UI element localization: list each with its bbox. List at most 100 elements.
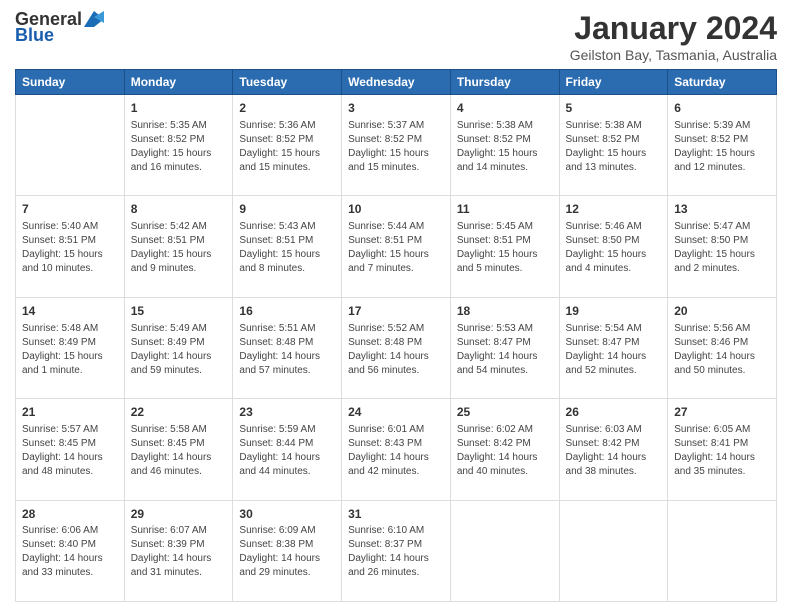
cell-info: Sunrise: 5:40 AM Sunset: 8:51 PM Dayligh…: [22, 220, 118, 276]
cell-info: Sunrise: 5:51 AM Sunset: 8:48 PM Dayligh…: [239, 322, 335, 378]
cell-date: 23: [239, 404, 335, 421]
table-row: 12 Sunrise: 5:46 AM Sunset: 8:50 PM Dayli…: [559, 196, 668, 297]
table-row: 9Sunrise: 5:43 AM Sunset: 8:51 PM Daylig…: [233, 196, 342, 297]
calendar: Sunday Monday Tuesday Wednesday Thursday…: [15, 69, 777, 602]
cell-info: Sunrise: 5:45 AM Sunset: 8:51 PM Dayligh…: [457, 220, 553, 276]
cell-info: Sunrise: 5:35 AM Sunset: 8:52 PM Dayligh…: [131, 119, 227, 175]
cell-date: 29: [131, 506, 227, 523]
header-saturday: Saturday: [668, 70, 777, 95]
cell-info: Sunrise: 5:48 AM Sunset: 8:49 PM Dayligh…: [22, 322, 118, 378]
cell-info: Sunrise: 6:10 AM Sunset: 8:37 PM Dayligh…: [348, 524, 444, 580]
cell-info: Sunrise: 5:37 AM Sunset: 8:52 PM Dayligh…: [348, 119, 444, 175]
cell-info: Sunrise: 5:47 AM Sunset: 8:50 PM Dayligh…: [674, 220, 770, 276]
table-row: 7 Sunrise: 5:40 AM Sunset: 8:51 PM Daylig…: [16, 196, 125, 297]
table-row: 10 Sunrise: 5:44 AM Sunset: 8:51 PM Dayli…: [342, 196, 451, 297]
table-row: [16, 95, 125, 196]
location: Geilston Bay, Tasmania, Australia: [570, 47, 777, 63]
cell-date: 12: [566, 201, 662, 218]
table-row: 19 Sunrise: 5:54 AM Sunset: 8:47 PM Dayli…: [559, 297, 668, 398]
cell-info: Sunrise: 5:38 AM Sunset: 8:52 PM Dayligh…: [457, 119, 553, 175]
cell-date: 7: [22, 201, 118, 218]
cell-date: 6: [674, 100, 770, 117]
cell-date: 14: [22, 303, 118, 320]
table-row: 28Sunrise: 6:06 AM Sunset: 8:40 PM Dayli…: [16, 500, 125, 601]
table-row: 4 Sunrise: 5:38 AM Sunset: 8:52 PM Daylig…: [450, 95, 559, 196]
cell-info: Sunrise: 5:54 AM Sunset: 8:47 PM Dayligh…: [566, 322, 662, 378]
cell-date: 1: [131, 100, 227, 117]
table-row: 15 Sunrise: 5:49 AM Sunset: 8:49 PM Dayli…: [124, 297, 233, 398]
calendar-week-row: 28Sunrise: 6:06 AM Sunset: 8:40 PM Dayli…: [16, 500, 777, 601]
cell-info: Sunrise: 6:06 AM Sunset: 8:40 PM Dayligh…: [22, 524, 118, 580]
cell-date: 2: [239, 100, 335, 117]
cell-date: 18: [457, 303, 553, 320]
cell-date: 19: [566, 303, 662, 320]
cell-info: Sunrise: 5:49 AM Sunset: 8:49 PM Dayligh…: [131, 322, 227, 378]
table-row: 22 Sunrise: 5:58 AM Sunset: 8:45 PM Dayli…: [124, 399, 233, 500]
cell-info: Sunrise: 6:09 AM Sunset: 8:38 PM Dayligh…: [239, 524, 335, 580]
table-row: [450, 500, 559, 601]
table-row: 2 Sunrise: 5:36 AM Sunset: 8:52 PM Daylig…: [233, 95, 342, 196]
cell-date: 4: [457, 100, 553, 117]
cell-date: 31: [348, 506, 444, 523]
table-row: 8Sunrise: 5:42 AM Sunset: 8:51 PM Daylig…: [124, 196, 233, 297]
month-title: January 2024: [570, 10, 777, 47]
cell-info: Sunrise: 5:39 AM Sunset: 8:52 PM Dayligh…: [674, 119, 770, 175]
table-row: 3Sunrise: 5:37 AM Sunset: 8:52 PM Daylig…: [342, 95, 451, 196]
table-row: 13 Sunrise: 5:47 AM Sunset: 8:50 PM Dayli…: [668, 196, 777, 297]
cell-info: Sunrise: 5:46 AM Sunset: 8:50 PM Dayligh…: [566, 220, 662, 276]
logo-icon: [84, 11, 104, 27]
cell-date: 20: [674, 303, 770, 320]
cell-date: 24: [348, 404, 444, 421]
table-row: 20Sunrise: 5:56 AM Sunset: 8:46 PM Dayli…: [668, 297, 777, 398]
cell-date: 17: [348, 303, 444, 320]
header-tuesday: Tuesday: [233, 70, 342, 95]
cell-info: Sunrise: 5:52 AM Sunset: 8:48 PM Dayligh…: [348, 322, 444, 378]
table-row: 17 Sunrise: 5:52 AM Sunset: 8:48 PM Dayli…: [342, 297, 451, 398]
table-row: 24 Sunrise: 6:01 AM Sunset: 8:43 PM Dayli…: [342, 399, 451, 500]
header: General Blue January 2024 Geilston Bay, …: [15, 10, 777, 63]
cell-info: Sunrise: 5:38 AM Sunset: 8:52 PM Dayligh…: [566, 119, 662, 175]
cell-date: 28: [22, 506, 118, 523]
table-row: 21 Sunrise: 5:57 AM Sunset: 8:45 PM Dayli…: [16, 399, 125, 500]
table-row: 18Sunrise: 5:53 AM Sunset: 8:47 PM Dayli…: [450, 297, 559, 398]
cell-date: 27: [674, 404, 770, 421]
header-sunday: Sunday: [16, 70, 125, 95]
logo: General Blue: [15, 10, 104, 46]
header-thursday: Thursday: [450, 70, 559, 95]
cell-info: Sunrise: 5:59 AM Sunset: 8:44 PM Dayligh…: [239, 423, 335, 479]
header-wednesday: Wednesday: [342, 70, 451, 95]
header-monday: Monday: [124, 70, 233, 95]
table-row: 5 Sunrise: 5:38 AM Sunset: 8:52 PM Daylig…: [559, 95, 668, 196]
cell-info: Sunrise: 5:42 AM Sunset: 8:51 PM Dayligh…: [131, 220, 227, 276]
table-row: 14 Sunrise: 5:48 AM Sunset: 8:49 PM Dayli…: [16, 297, 125, 398]
table-row: [559, 500, 668, 601]
calendar-week-row: 1 Sunrise: 5:35 AM Sunset: 8:52 PM Daylig…: [16, 95, 777, 196]
cell-info: Sunrise: 5:58 AM Sunset: 8:45 PM Dayligh…: [131, 423, 227, 479]
cell-info: Sunrise: 6:02 AM Sunset: 8:42 PM Dayligh…: [457, 423, 553, 479]
table-row: 27 Sunrise: 6:05 AM Sunset: 8:41 PM Dayli…: [668, 399, 777, 500]
table-row: 29Sunrise: 6:07 AM Sunset: 8:39 PM Dayli…: [124, 500, 233, 601]
cell-date: 15: [131, 303, 227, 320]
cell-info: Sunrise: 6:05 AM Sunset: 8:41 PM Dayligh…: [674, 423, 770, 479]
header-friday: Friday: [559, 70, 668, 95]
page: General Blue January 2024 Geilston Bay, …: [0, 0, 792, 612]
table-row: 31Sunrise: 6:10 AM Sunset: 8:37 PM Dayli…: [342, 500, 451, 601]
table-row: 1 Sunrise: 5:35 AM Sunset: 8:52 PM Daylig…: [124, 95, 233, 196]
cell-date: 13: [674, 201, 770, 218]
calendar-header-row: Sunday Monday Tuesday Wednesday Thursday…: [16, 70, 777, 95]
cell-date: 10: [348, 201, 444, 218]
table-row: 23 Sunrise: 5:59 AM Sunset: 8:44 PM Dayli…: [233, 399, 342, 500]
table-row: 25 Sunrise: 6:02 AM Sunset: 8:42 PM Dayli…: [450, 399, 559, 500]
cell-date: 5: [566, 100, 662, 117]
cell-date: 26: [566, 404, 662, 421]
cell-date: 22: [131, 404, 227, 421]
cell-info: Sunrise: 6:01 AM Sunset: 8:43 PM Dayligh…: [348, 423, 444, 479]
cell-info: Sunrise: 6:07 AM Sunset: 8:39 PM Dayligh…: [131, 524, 227, 580]
logo-blue: Blue: [15, 26, 54, 46]
cell-info: Sunrise: 6:03 AM Sunset: 8:42 PM Dayligh…: [566, 423, 662, 479]
cell-info: Sunrise: 5:36 AM Sunset: 8:52 PM Dayligh…: [239, 119, 335, 175]
cell-date: 21: [22, 404, 118, 421]
cell-date: 25: [457, 404, 553, 421]
cell-info: Sunrise: 5:44 AM Sunset: 8:51 PM Dayligh…: [348, 220, 444, 276]
cell-info: Sunrise: 5:57 AM Sunset: 8:45 PM Dayligh…: [22, 423, 118, 479]
